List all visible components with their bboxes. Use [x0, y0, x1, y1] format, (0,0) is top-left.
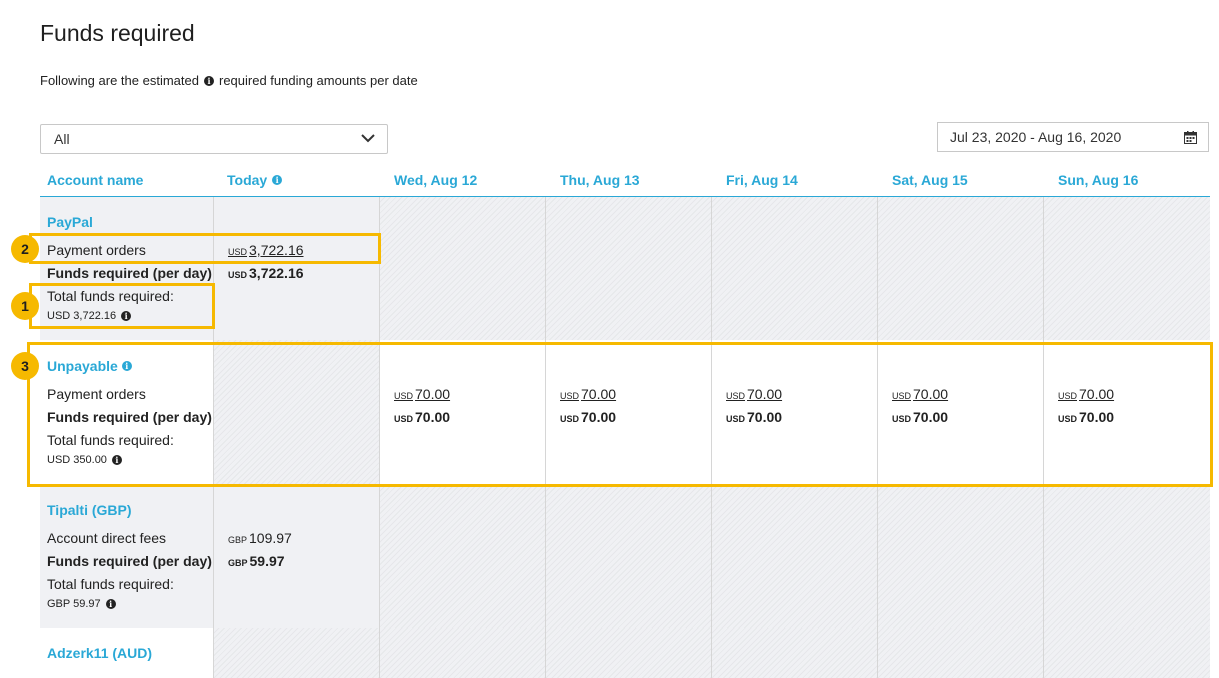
total-funds-value: GBP 59.97 i: [47, 598, 116, 610]
table-row-paypal: PayPal Payment orders Funds required (pe…: [40, 197, 1210, 340]
table-header: Account name Today i Wed, Aug 12 Thu, Au…: [40, 166, 1210, 198]
column-header-account-name[interactable]: Account name: [47, 172, 143, 188]
currency-code: USD: [228, 270, 248, 280]
amount-value: 59.97: [249, 553, 285, 569]
day-cell-empty: [1044, 197, 1210, 340]
today-cell: GBP 109.97 GBP 59.97: [214, 486, 380, 628]
chevron-down-icon: [361, 134, 375, 143]
column-header-label: Today: [227, 172, 268, 188]
account-filter-select[interactable]: All: [40, 124, 388, 154]
currency-code: GBP: [228, 558, 248, 568]
today-cell-empty: [214, 628, 380, 678]
currency-code: GBP: [228, 535, 248, 545]
column-header-day[interactable]: Sun, Aug 16: [1058, 172, 1138, 188]
page-title: Funds required: [40, 20, 195, 46]
amount-value: 109.97: [249, 530, 292, 546]
total-funds-amount: GBP 59.97: [47, 598, 101, 610]
amount-value: 3,722.16: [249, 265, 304, 281]
account-name-link[interactable]: PayPal: [47, 214, 93, 230]
day-cell-empty: [1044, 486, 1210, 628]
row-label-total-funds: Total funds required:: [47, 576, 174, 592]
funds-required-amount: GBP 59.97: [228, 553, 285, 569]
table-row-adzerk11-aud: Adzerk11 (AUD): [40, 628, 1210, 678]
day-cell-empty: [380, 197, 546, 340]
account-filter-value: All: [54, 131, 70, 147]
account-name-link[interactable]: Tipalti (GBP): [47, 502, 132, 518]
info-icon[interactable]: i: [203, 75, 214, 86]
day-cell-empty: [546, 628, 712, 678]
day-cell-empty: [712, 486, 878, 628]
day-cell-empty: [878, 628, 1044, 678]
funds-required-amount: USD 3,722.16: [228, 265, 304, 281]
calendar-icon[interactable]: [1184, 131, 1197, 144]
day-cell-empty: [546, 197, 712, 340]
column-header-day[interactable]: Fri, Aug 14: [726, 172, 798, 188]
day-cell-empty: [380, 486, 546, 628]
date-range-value: Jul 23, 2020 - Aug 16, 2020: [950, 129, 1122, 145]
info-icon[interactable]: i: [105, 599, 116, 609]
row-label-account-direct-fees: Account direct fees: [47, 530, 167, 546]
account-name-link[interactable]: Adzerk11 (AUD): [47, 645, 152, 661]
subtitle-text-before: Following are the estimated: [40, 73, 199, 88]
subtitle-text-after: required funding amounts per date: [218, 73, 418, 88]
column-header-day[interactable]: Thu, Aug 13: [560, 172, 640, 188]
column-header-day[interactable]: Wed, Aug 12: [394, 172, 477, 188]
callout-badge-1: 1: [11, 292, 39, 320]
table-row-tipalti-gbp: Tipalti (GBP) Account direct fees Funds …: [40, 486, 1210, 628]
account-cell: Adzerk11 (AUD): [40, 628, 214, 678]
page-subtitle: Following are the estimated i required f…: [40, 73, 418, 88]
day-cell-empty: [546, 486, 712, 628]
day-cell-empty: [380, 628, 546, 678]
account-cell: Tipalti (GBP) Account direct fees Funds …: [40, 486, 214, 628]
highlight-box-1: [29, 283, 215, 329]
day-cell-empty: [878, 197, 1044, 340]
callout-badge-3: 3: [11, 352, 39, 380]
day-cell-empty: [1044, 628, 1210, 678]
callout-badge-2: 2: [11, 235, 39, 263]
column-header-today[interactable]: Today i: [227, 172, 283, 188]
column-header-label: Account name: [47, 172, 144, 188]
day-cell-empty: [878, 486, 1044, 628]
row-label-funds-required: Funds required (per day): [47, 265, 212, 281]
highlight-box-2: [29, 233, 381, 264]
date-range-picker[interactable]: Jul 23, 2020 - Aug 16, 2020: [937, 122, 1209, 152]
row-label-funds-required: Funds required (per day): [47, 553, 212, 569]
day-cell-empty: [712, 628, 878, 678]
account-fees-amount: GBP 109.97: [228, 530, 292, 546]
highlight-box-3: [27, 342, 1213, 487]
info-icon[interactable]: i: [272, 175, 283, 185]
day-cell-empty: [712, 197, 878, 340]
today-cell: USD 3,722.16 USD 3,722.16: [214, 197, 380, 340]
column-header-day[interactable]: Sat, Aug 15: [892, 172, 968, 188]
